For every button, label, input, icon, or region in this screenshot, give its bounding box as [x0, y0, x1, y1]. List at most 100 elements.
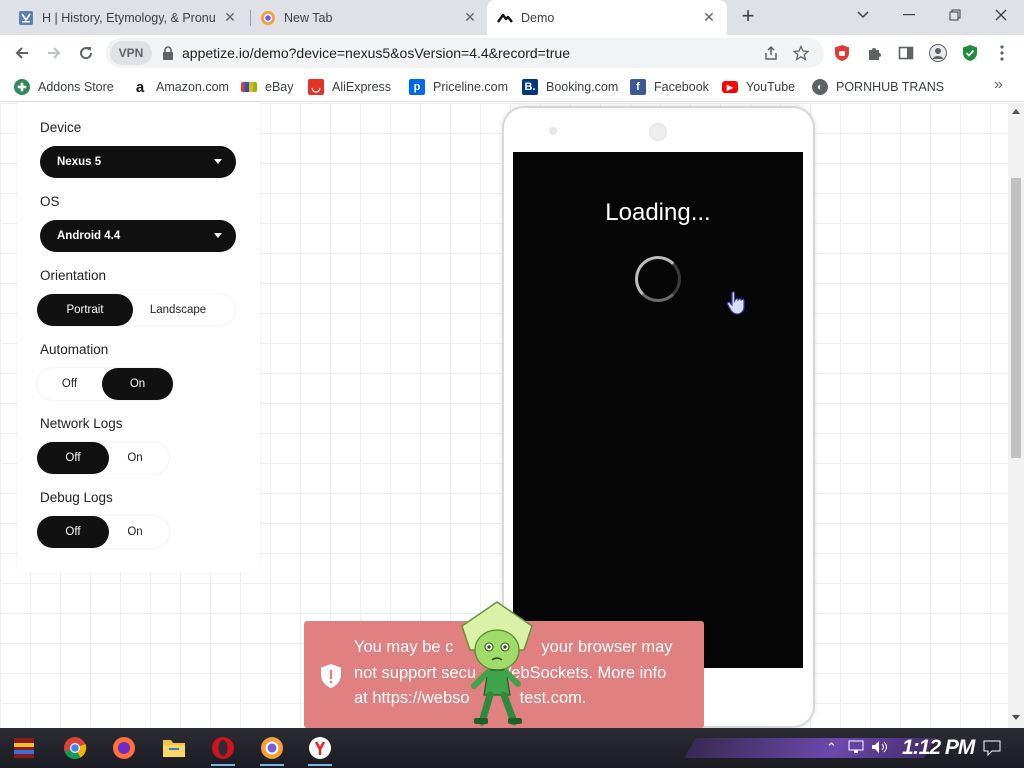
tab-title: New Tab	[284, 10, 333, 25]
aliexpress-icon: ◡	[308, 79, 324, 95]
bookmark-ebay[interactable]: eBay	[241, 77, 294, 97]
reload-icon	[80, 47, 93, 60]
britannica-icon	[18, 10, 34, 26]
tab-demo[interactable]: Demo ✕	[487, 0, 727, 35]
lock-icon[interactable]	[162, 46, 174, 60]
back-button[interactable]	[8, 39, 36, 67]
yandex-browser-icon[interactable]	[306, 734, 334, 766]
orientation-landscape-option[interactable]: Landscape	[133, 294, 223, 326]
tab-title: Demo	[521, 10, 555, 25]
caret-down-icon	[214, 233, 222, 238]
debug-logs-toggle: Off On	[37, 516, 169, 548]
os-select[interactable]: Android 4.4	[40, 220, 236, 252]
automation-off-option[interactable]: Off	[37, 368, 102, 400]
automation-on-option[interactable]: On	[102, 368, 173, 400]
loading-spinner-icon	[635, 256, 681, 302]
facebook-icon: f	[630, 79, 646, 95]
scroll-down-arrow-icon[interactable]	[1012, 715, 1020, 720]
page-viewport: Device Nexus 5 OS Android 4.4 Orientatio…	[0, 103, 1008, 728]
volume-icon[interactable]	[871, 740, 889, 757]
youtube-icon: ▶	[722, 81, 738, 93]
bookmark-addons-store[interactable]: ✚ Addons Store	[14, 77, 114, 97]
share-icon[interactable]	[762, 44, 780, 62]
bookmark-facebook[interactable]: f Facebook	[630, 77, 709, 97]
network-logs-label: Network Logs	[40, 416, 123, 431]
device-select[interactable]: Nexus 5	[40, 146, 236, 178]
vpn-button[interactable]: VPN	[110, 41, 152, 65]
bookmark-label: YouTube	[746, 80, 796, 94]
brave-browser-icon[interactable]	[258, 734, 286, 766]
back-arrow-icon	[15, 47, 28, 59]
restore-button[interactable]	[932, 0, 978, 30]
bookmark-booking[interactable]: B. Booking.com	[522, 77, 618, 97]
profile-avatar-icon[interactable]	[928, 43, 948, 63]
bookmark-amazon[interactable]: a Amazon.com	[132, 77, 229, 97]
automation-toggle: Off On	[37, 368, 173, 400]
bookmark-aliexpress[interactable]: ◡ AliExpress	[308, 77, 391, 97]
network-logs-on-option[interactable]: On	[109, 442, 161, 474]
notifications-icon[interactable]	[983, 740, 1001, 759]
bookmarks-overflow-icon[interactable]: »	[994, 76, 1003, 94]
booking-icon: B.	[522, 79, 538, 95]
debug-logs-off-option[interactable]: Off	[37, 516, 109, 548]
bookmark-label: Addons Store	[38, 80, 114, 94]
bookmark-label: eBay	[265, 80, 294, 94]
firefox-icon[interactable]	[110, 734, 138, 762]
scroll-up-arrow-icon[interactable]	[1012, 109, 1020, 114]
browser-tab-strip: H | History, Etymology, & Pronu ✕ New Ta…	[0, 0, 1024, 35]
amazon-icon: a	[132, 79, 148, 96]
bookmark-label: Facebook	[654, 80, 709, 94]
close-tab-icon[interactable]: ✕	[462, 9, 478, 26]
bookmark-label: Booking.com	[546, 80, 619, 94]
tab-new-tab[interactable]: New Tab ✕	[250, 0, 488, 35]
bookmark-globe-site[interactable]: ◐ PORNHUB TRANS	[812, 77, 944, 97]
winrar-icon[interactable]	[10, 734, 38, 762]
bookmark-youtube[interactable]: ▶ YouTube	[722, 77, 795, 97]
forward-button[interactable]	[40, 39, 68, 67]
minimize-button[interactable]	[886, 0, 932, 30]
tab-search-icon[interactable]	[840, 0, 886, 30]
caret-down-icon	[214, 159, 222, 164]
phone-screen[interactable]: Loading...	[513, 152, 803, 668]
scrollbar-thumb[interactable]	[1011, 178, 1021, 458]
tray-overflow-chevron-icon[interactable]: ⌃	[826, 740, 837, 756]
debug-logs-on-option[interactable]: On	[109, 516, 161, 548]
opera-icon[interactable]	[209, 734, 237, 766]
phone-camera	[649, 123, 667, 141]
address-bar[interactable]: VPN appetize.io/demo?device=nexus5&osVer…	[106, 38, 824, 68]
new-tab-button[interactable]: +	[736, 5, 760, 29]
globe-icon: ◐	[812, 79, 828, 95]
debug-logs-label: Debug Logs	[40, 490, 113, 505]
orientation-toggle: Portrait Landscape	[37, 294, 235, 326]
orientation-portrait-option[interactable]: Portrait	[37, 294, 133, 326]
priceline-icon: p	[409, 79, 425, 95]
ebay-icon	[241, 82, 257, 92]
tab-history-etymology[interactable]: H | History, Etymology, & Pronu ✕	[8, 0, 248, 35]
bookmark-star-icon[interactable]	[792, 44, 810, 62]
close-window-button[interactable]	[978, 0, 1024, 30]
network-icon[interactable]	[847, 740, 865, 757]
reload-button[interactable]	[72, 39, 100, 67]
bookmarks-bar: ✚ Addons Store a Amazon.com eBay ◡ AliEx…	[0, 71, 1024, 102]
browser-menu-icon[interactable]	[992, 43, 1012, 63]
close-tab-icon[interactable]: ✕	[701, 9, 717, 26]
side-panel-icon[interactable]	[896, 43, 916, 63]
appetize-icon	[497, 10, 513, 26]
chrome-icon[interactable]	[61, 734, 89, 762]
adblock-extension-icon[interactable]	[832, 43, 852, 63]
network-logs-off-option[interactable]: Off	[37, 442, 109, 474]
close-tab-icon[interactable]: ✕	[222, 9, 238, 26]
file-explorer-icon[interactable]	[160, 734, 188, 762]
chrome-newtab-icon	[260, 10, 276, 26]
taskbar-clock[interactable]: 1:12 PM	[902, 736, 975, 760]
windows-taskbar: ⌃ 1:12 PM	[0, 728, 1024, 768]
page-scrollbar[interactable]	[1008, 103, 1024, 728]
bookmark-priceline[interactable]: p Priceline.com	[409, 77, 508, 97]
extensions-puzzle-icon[interactable]	[864, 43, 884, 63]
bookmark-label: AliExpress	[332, 80, 392, 94]
phone-speaker	[549, 127, 557, 135]
orientation-label: Orientation	[40, 268, 107, 283]
security-shield-extension-icon[interactable]	[960, 43, 980, 63]
loading-text: Loading...	[605, 199, 711, 226]
url-text[interactable]: appetize.io/demo?device=nexus5&osVersion…	[182, 45, 570, 61]
